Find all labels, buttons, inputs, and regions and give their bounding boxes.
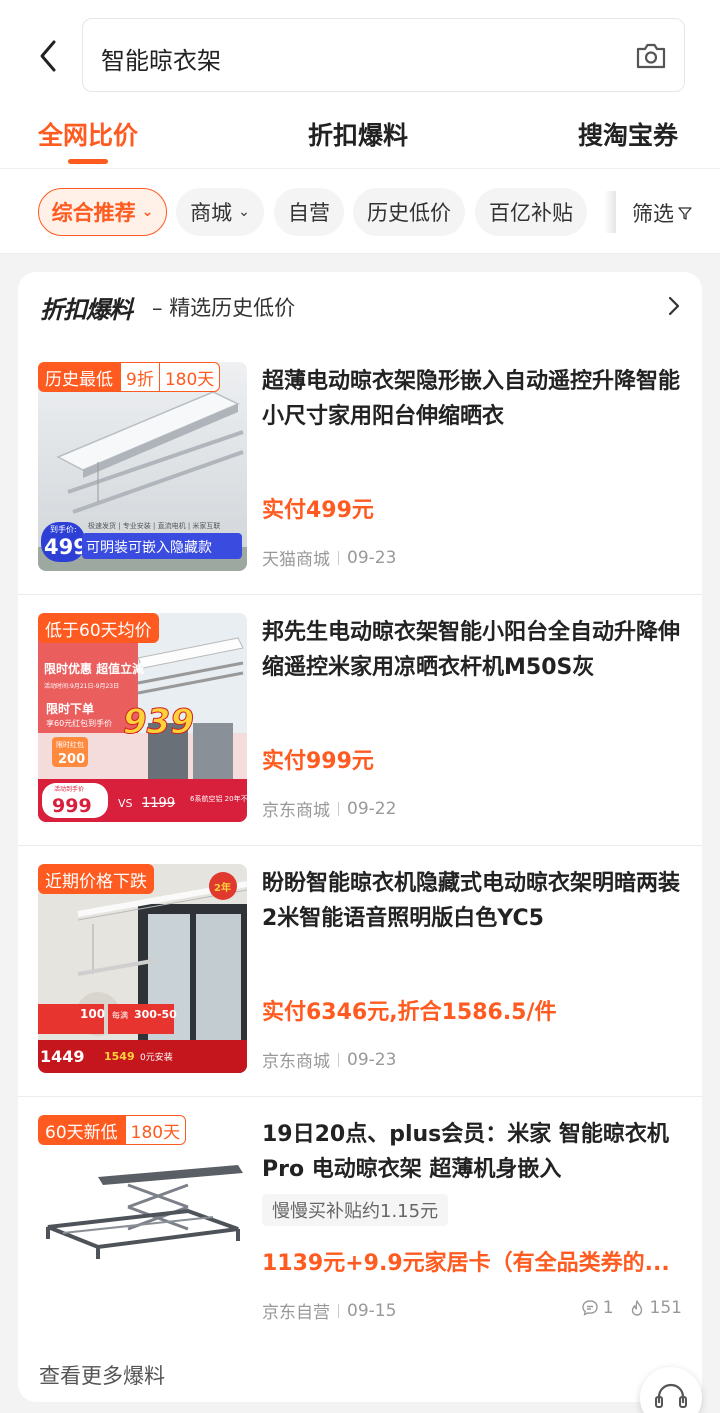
image-final-price: 999: [52, 795, 92, 817]
product-price: 实付499元: [262, 498, 374, 523]
product-price: 实付6346元,折合1586.5/件: [262, 1000, 557, 1025]
image-promo-title: 限时优惠 超值立減: [44, 661, 144, 676]
product-meta: 京东商城 09-22: [262, 796, 397, 822]
heat-count: 151: [628, 1298, 682, 1318]
deal-item[interactable]: 极速发货 | 专业安装 | 直流电机 | 米家互联 到手价: 499 可明装可嵌…: [18, 344, 702, 595]
store-name: 京东商城: [262, 1052, 330, 1072]
product-title: 19日20点、plus会员：米家 智能晾衣机Pro 电动晾衣架 超薄机身嵌入: [262, 1122, 669, 1182]
image-redpack-label: 限时红包: [56, 740, 84, 749]
filter-button[interactable]: 筛选: [632, 198, 692, 228]
image-badge-price: 499: [44, 535, 88, 559]
post-date: 09-15: [347, 1300, 397, 1321]
filter-divider: [604, 191, 616, 233]
image-promo-line1: 限时下单: [46, 701, 94, 716]
subsidy-badge: 慢慢买补贴约1.15元: [262, 1194, 449, 1226]
post-date: 09-23: [347, 1049, 397, 1070]
image-install: 0元安装: [140, 1051, 173, 1063]
product-image: [38, 1115, 247, 1324]
flame-icon: [631, 1300, 642, 1316]
filter-chip-subsidy[interactable]: 百亿补贴: [475, 188, 587, 236]
engagement-stats: 1 151: [581, 1298, 682, 1318]
filter-bar: 综合推荐 ⌄ 商城 ⌄ 自营 历史低价 百亿补贴 筛选: [0, 168, 720, 254]
product-meta: 天猫商城 09-23: [262, 545, 397, 571]
search-input[interactable]: 智能晾衣架: [82, 18, 685, 92]
active-tab-indicator: [68, 159, 108, 164]
price-tag: 近期价格下跌: [38, 864, 154, 894]
image-compare-price: 1199: [142, 796, 175, 811]
product-image: 2年 100 每满 300-50 1449 1549 0元安装: [38, 864, 247, 1073]
filter-chip-mall[interactable]: 商城 ⌄: [176, 188, 264, 236]
filter-chip-self-operated[interactable]: 自营: [274, 188, 344, 236]
divider: [338, 801, 339, 816]
post-date: 09-23: [347, 547, 397, 568]
price-tag: 60天新低 180天: [38, 1115, 187, 1145]
filter-chip-recommended[interactable]: 综合推荐 ⌄: [38, 188, 167, 236]
image-coupon-range: 300-50: [134, 1008, 177, 1021]
back-arrow-icon[interactable]: [30, 36, 66, 76]
product-meta: 京东自营 09-15: [262, 1298, 397, 1324]
image-final-label: 活动到手价: [54, 785, 84, 793]
image-coupon-value: 100: [80, 1007, 105, 1021]
deals-card: 折扣爆料 – 精选历史低价 极速发货 | 专业安装 | 直流电机 | 米家互联: [18, 272, 702, 1402]
section-subtitle: – 精选历史低价: [152, 296, 296, 320]
customer-service-button[interactable]: [640, 1367, 702, 1413]
store-name: 天猫商城: [262, 550, 330, 570]
comment-icon: [582, 1300, 598, 1316]
price-tag: 低于60天均价: [38, 613, 159, 643]
deal-item[interactable]: 60天新低 180天 19日20点、plus会员：米家 智能晾衣机Pro 电动晾…: [18, 1097, 702, 1348]
chevron-down-icon: ⌄: [238, 204, 250, 220]
image-badge-text: 6系航空铝 20年不生锈: [190, 794, 247, 803]
image-big-price: 939: [123, 702, 194, 742]
post-date: 09-22: [347, 798, 397, 819]
image-compare-vs: VS: [118, 797, 133, 810]
chevron-right-icon[interactable]: [666, 294, 682, 318]
store-name: 京东商城: [262, 801, 330, 821]
image-badge-label: 到手价:: [50, 524, 77, 534]
store-name: 京东自营: [262, 1303, 330, 1323]
divider: [338, 550, 339, 565]
section-brand: 折扣爆料: [40, 296, 133, 324]
product-price: 实付999元: [262, 749, 374, 774]
camera-icon[interactable]: [634, 39, 668, 73]
search-query: 智能晾衣架: [101, 47, 221, 75]
image-price-b: 1549: [104, 1050, 135, 1063]
product-meta: 京东商城 09-23: [262, 1047, 397, 1073]
tab-price-compare[interactable]: 全网比价: [38, 116, 138, 152]
image-promo-line2: 享60元红包到手价: [46, 718, 112, 728]
product-image: 限时优惠 超值立減 活动时间:9月21日-9月23日 限时下单 享60元红包到手…: [38, 613, 247, 822]
chevron-down-icon: ⌄: [141, 204, 154, 220]
product-title: 盼盼智能晾衣机隐藏式电动晾衣架明暗两装2米智能语音照明版白色YC5: [262, 871, 681, 931]
divider: [338, 1303, 339, 1318]
product-title: 邦先生电动晾衣架智能小阳台全自动升降伸缩遥控米家用凉晒衣杆机M50S灰: [262, 620, 681, 680]
image-feature-line: 极速发货 | 专业安装 | 直流电机 | 米家互联: [88, 521, 220, 530]
tab-discount-deals[interactable]: 折扣爆料: [308, 116, 408, 152]
image-coupon-label: 每满: [112, 1010, 128, 1020]
funnel-icon: [678, 207, 692, 220]
see-more-link[interactable]: 查看更多爆料: [39, 1360, 165, 1390]
comment-count[interactable]: 1: [581, 1298, 614, 1318]
image-redpack-value: 200: [58, 752, 85, 767]
price-tag: 历史最低 9折 180天: [38, 362, 221, 392]
deal-item[interactable]: 2年 100 每满 300-50 1449 1549 0元安装 近期价格下跌 盼…: [18, 846, 702, 1097]
top-header: 智能晾衣架 全网比价 折扣爆料 搜淘宝券: [0, 0, 720, 168]
image-corner-text: 2年: [214, 881, 231, 894]
tab-bar: 全网比价 折扣爆料 搜淘宝券: [0, 108, 720, 168]
product-price: 1139元+9.9元家居卡（有全品类券的...: [262, 1251, 670, 1276]
headset-icon: [655, 1383, 687, 1408]
divider: [338, 1052, 339, 1067]
tab-taobao-coupons[interactable]: 搜淘宝券: [578, 116, 678, 152]
product-image: 极速发货 | 专业安装 | 直流电机 | 米家互联 到手价: 499 可明装可嵌…: [38, 362, 247, 571]
deal-item[interactable]: 限时优惠 超值立減 活动时间:9月21日-9月23日 限时下单 享60元红包到手…: [18, 595, 702, 846]
filter-chip-history-low[interactable]: 历史低价: [353, 188, 465, 236]
deals-card-header[interactable]: 折扣爆料 – 精选历史低价: [18, 272, 702, 344]
image-promo-date: 活动时间:9月21日-9月23日: [44, 682, 119, 690]
image-price-a: 1449: [40, 1047, 85, 1066]
product-title: 超薄电动晾衣架隐形嵌入自动遥控升降智能小尺寸家用阳台伸缩晒衣: [262, 369, 681, 429]
image-badge-text: 可明装可嵌入隐藏款: [86, 540, 212, 556]
